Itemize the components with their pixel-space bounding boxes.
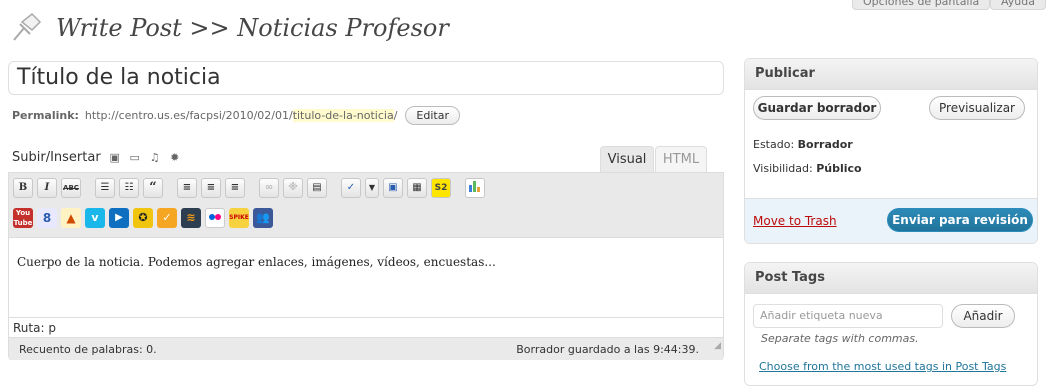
choose-most-used-tags-link[interactable]: Choose from the most used tags in Post T… xyxy=(759,360,1006,373)
audio-upload-icon[interactable]: ♫ xyxy=(149,152,161,163)
page-header: Write Post >> Noticias Profesor xyxy=(10,10,449,46)
editor-content[interactable]: Cuerpo de la noticia. Podemos agregar en… xyxy=(17,255,496,269)
upload-insert-row: Subir/Insertar ▣ ▭ ♫ ✹ xyxy=(12,150,181,165)
major-publishing-actions: Move to Trash Enviar para revisión xyxy=(745,198,1037,243)
myspace-icon[interactable]: ≋ xyxy=(181,208,201,228)
align-right-icon[interactable]: ≡ xyxy=(225,178,245,198)
s2-plugin-icon[interactable]: S2 xyxy=(431,178,451,198)
tags-hint: Separate tags with commas. xyxy=(761,332,919,345)
kitchen-sink-icon[interactable]: ▦ xyxy=(407,178,427,198)
page-title: Write Post >> Noticias Profesor xyxy=(56,14,449,42)
tab-visual[interactable]: Visual xyxy=(600,146,654,172)
word-count: Recuento de palabras: 0. xyxy=(19,343,157,356)
add-tag-button[interactable]: Añadir xyxy=(951,304,1015,328)
image-upload-icon[interactable]: ▣ xyxy=(109,152,121,163)
upload-insert-label: Subir/Insertar xyxy=(12,150,101,165)
screen-options-button[interactable]: Opciones de pantalla xyxy=(852,0,991,10)
blockquote-icon[interactable]: “ xyxy=(143,178,163,198)
new-tag-input[interactable]: Añadir etiqueta nueva xyxy=(753,304,943,328)
metacafe-icon[interactable]: ▲ xyxy=(61,208,81,228)
google-video-icon[interactable]: 8 xyxy=(37,208,57,228)
post-tags-header[interactable]: Post Tags xyxy=(745,263,1037,294)
resize-handle-icon[interactable]: ◢ xyxy=(714,335,721,358)
more-tag-icon[interactable]: ▤ xyxy=(307,178,327,198)
spellcheck-dropdown-icon[interactable]: ▼ xyxy=(365,178,379,198)
italic-button[interactable]: I xyxy=(37,178,57,198)
align-center-icon[interactable]: ≡ xyxy=(201,178,221,198)
spellcheck-icon[interactable]: ✓ xyxy=(341,178,361,198)
permalink-row: Permalink: http://centro.us.es/facpsi/20… xyxy=(12,106,460,125)
editor-path: Ruta: p xyxy=(9,317,723,337)
dailymotion-icon[interactable]: ▶ xyxy=(109,208,129,228)
preview-button[interactable]: Previsualizar xyxy=(929,96,1025,120)
post-editor: B I ABC ☰ ☷ “ ≡ ≡ ≡ ∞ ※ ▤ ✓ ▼ ▣ ▦ S2 You… xyxy=(8,172,724,360)
flash-icon[interactable]: ✓ xyxy=(157,208,177,228)
status-value: Borrador xyxy=(797,138,853,151)
visibility-label: Visibilidad: xyxy=(753,162,813,175)
align-left-icon[interactable]: ≡ xyxy=(177,178,197,198)
flickr-icon[interactable] xyxy=(205,208,225,228)
vimeo-icon[interactable]: v xyxy=(85,208,105,228)
pushpin-icon xyxy=(10,10,44,46)
publish-header[interactable]: Publicar xyxy=(745,59,1037,90)
submit-for-review-button[interactable]: Enviar para revisión xyxy=(887,208,1033,232)
publish-box: Publicar Guardar borrador Previsualizar … xyxy=(744,58,1038,244)
visibility-row: Visibilidad: Público xyxy=(753,162,862,175)
help-button[interactable]: Ayuda xyxy=(990,0,1046,10)
link-icon[interactable]: ∞ xyxy=(259,178,279,198)
media-upload-icon[interactable]: ✹ xyxy=(169,152,181,163)
post-title-input[interactable]: Título de la noticia xyxy=(8,61,724,95)
bullet-list-icon[interactable]: ☰ xyxy=(95,178,115,198)
bold-button[interactable]: B xyxy=(13,178,33,198)
edit-permalink-button[interactable]: Editar xyxy=(405,106,460,125)
permalink-slug[interactable]: titulo-de-la-noticia xyxy=(292,109,394,122)
video-camera-icon[interactable]: ✪ xyxy=(133,208,153,228)
video-upload-icon[interactable]: ▭ xyxy=(129,152,141,163)
move-to-trash-link[interactable]: Move to Trash xyxy=(753,214,837,228)
unlink-icon[interactable]: ※ xyxy=(283,178,303,198)
users-icon[interactable]: 👥 xyxy=(253,208,273,228)
poll-icon[interactable] xyxy=(465,178,485,198)
save-draft-button[interactable]: Guardar borrador xyxy=(753,96,881,120)
status-label: Estado: xyxy=(753,138,795,151)
strikethrough-button[interactable]: ABC xyxy=(61,178,81,198)
visibility-value: Público xyxy=(816,162,862,175)
numbered-list-icon[interactable]: ☷ xyxy=(119,178,139,198)
fullscreen-icon[interactable]: ▣ xyxy=(383,178,403,198)
permalink-base: http://centro.us.es/facpsi/2010/02/01/ xyxy=(84,109,293,122)
draft-saved-status: Borrador guardado a las 9:44:39. xyxy=(516,343,699,356)
youtube-icon[interactable]: You Tube xyxy=(13,208,33,228)
tab-html[interactable]: HTML xyxy=(655,146,707,172)
post-tags-box: Post Tags Añadir etiqueta nueva Añadir S… xyxy=(744,262,1038,386)
permalink-label: Permalink: xyxy=(12,109,79,122)
status-row: Estado: Borrador xyxy=(753,138,853,151)
permalink-end: / xyxy=(393,109,398,122)
editor-toolbar: B I ABC ☰ ☷ “ ≡ ≡ ≡ ∞ ※ ▤ ✓ ▼ ▣ ▦ S2 You… xyxy=(9,173,723,238)
spike-icon[interactable]: SPIKE xyxy=(229,208,249,228)
editor-status-bar: Recuento de palabras: 0. Borrador guarda… xyxy=(9,337,723,360)
